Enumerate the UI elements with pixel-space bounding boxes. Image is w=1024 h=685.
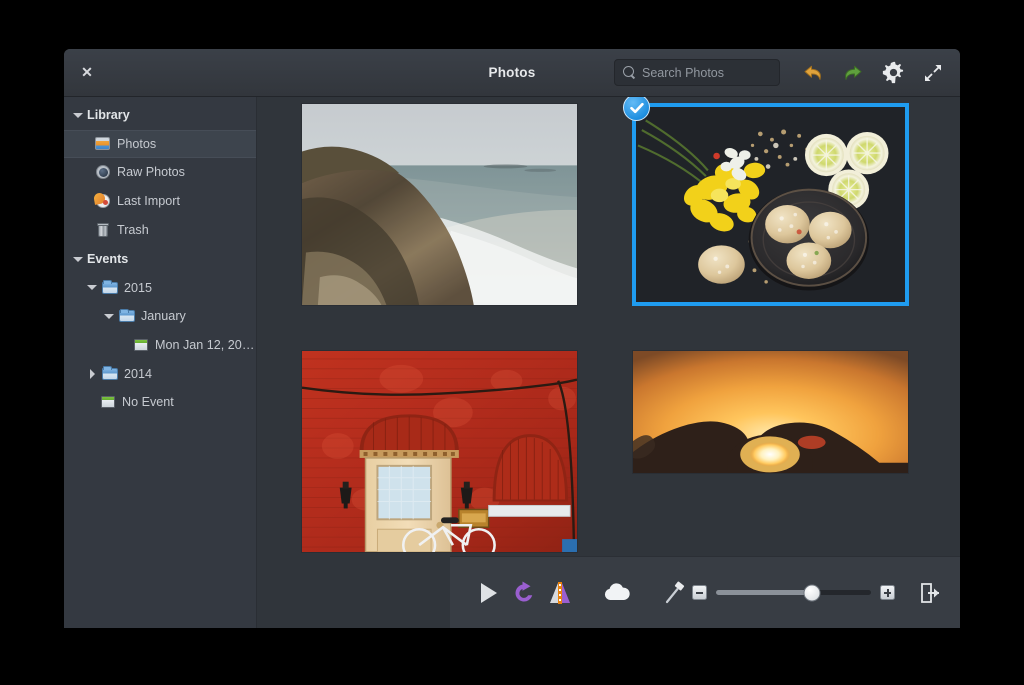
sidebar: Library Photos Raw Photos <box>64 97 257 628</box>
zoom-controls <box>692 581 942 605</box>
photo-coastal-cliff[interactable] <box>301 103 578 306</box>
play-icon <box>475 580 501 606</box>
zoom-in-button[interactable] <box>880 585 895 600</box>
photo-thumbnail <box>301 350 578 553</box>
slideshow-button[interactable] <box>470 571 506 615</box>
exit-fullscreen-button[interactable] <box>918 581 942 605</box>
redo-button[interactable] <box>834 54 872 92</box>
photo-thumbnail <box>301 103 578 306</box>
sidebar-item-label: Raw Photos <box>117 165 185 179</box>
photo-row <box>301 103 942 306</box>
magic-wand-icon <box>661 580 687 606</box>
sidebar-item-label: Trash <box>117 223 149 237</box>
sidebar-item-label: Mon Jan 12, 20… <box>155 338 254 352</box>
sidebar-item-event-mon-jan-12[interactable]: Mon Jan 12, 20… <box>64 331 256 360</box>
sidebar-item-no-event[interactable]: No Event <box>64 388 256 417</box>
sidebar-section-label: Events <box>87 252 128 266</box>
publish-button[interactable] <box>599 571 635 615</box>
trash-icon <box>94 222 112 238</box>
photo-grid-area[interactable] <box>257 97 960 628</box>
folder-icon <box>101 366 119 382</box>
gear-icon <box>881 60 906 85</box>
chevron-down-icon <box>86 281 99 294</box>
header-actions: Search Photos <box>614 54 960 92</box>
rotate-clockwise-icon <box>511 580 537 606</box>
sidebar-section-events[interactable]: Events <box>64 245 256 274</box>
chevron-down-icon <box>103 310 116 323</box>
settings-button[interactable] <box>874 54 912 92</box>
sidebar-item-label: Photos <box>117 137 156 151</box>
photo-row <box>301 350 942 553</box>
event-icon <box>132 337 150 353</box>
photo-flowers-and-cookies[interactable] <box>632 103 909 306</box>
cloud-icon <box>602 580 632 606</box>
sidebar-item-photos[interactable]: Photos <box>64 130 256 159</box>
photo-grid <box>257 97 960 628</box>
sidebar-item-raw-photos[interactable]: Raw Photos <box>64 158 256 187</box>
enhance-button[interactable] <box>656 571 692 615</box>
sidebar-section-label: Library <box>87 108 130 122</box>
photo-manager-window: ✕ Photos Search Photos <box>64 49 960 628</box>
sidebar-item-label: January <box>141 309 186 323</box>
exit-fullscreen-icon <box>919 582 941 604</box>
sidebar-item-label: 2014 <box>124 367 152 381</box>
chevron-down-icon <box>72 109 85 122</box>
redo-arrow-icon <box>842 63 864 83</box>
header-bar: ✕ Photos Search Photos <box>64 49 960 97</box>
undo-button[interactable] <box>794 54 832 92</box>
raw-photos-icon <box>94 164 112 180</box>
photo-thumbnail <box>632 350 909 474</box>
flip-button[interactable] <box>542 571 578 615</box>
sidebar-item-label: No Event <box>122 395 174 409</box>
sidebar-item-label: Last Import <box>117 194 180 208</box>
window-body: Library Photos Raw Photos <box>64 97 960 628</box>
flip-icon <box>547 580 573 606</box>
last-import-icon <box>94 193 112 209</box>
sidebar-item-january[interactable]: January <box>64 302 256 331</box>
folder-icon <box>118 308 136 324</box>
folder-icon <box>101 280 119 296</box>
sidebar-item-2014[interactable]: 2014 <box>64 359 256 388</box>
zoom-out-button[interactable] <box>692 585 707 600</box>
zoom-slider-fill <box>716 590 812 595</box>
expand-arrows-icon <box>922 62 944 84</box>
sidebar-item-trash[interactable]: Trash <box>64 215 256 244</box>
chevron-down-icon <box>72 253 85 266</box>
chevron-right-icon <box>86 367 99 380</box>
bottom-toolbar <box>450 556 960 628</box>
sidebar-item-last-import[interactable]: Last Import <box>64 187 256 216</box>
search-placeholder: Search Photos <box>642 66 724 80</box>
fullscreen-button[interactable] <box>914 54 952 92</box>
undo-arrow-icon <box>802 63 824 83</box>
sidebar-item-2015[interactable]: 2015 <box>64 274 256 303</box>
zoom-slider[interactable] <box>716 590 871 595</box>
close-window-button[interactable]: ✕ <box>70 56 104 90</box>
search-icon <box>623 66 636 79</box>
photo-thumbnail <box>632 103 909 306</box>
zoom-slider-handle[interactable] <box>804 584 821 601</box>
photo-sunset-hands-heart[interactable] <box>632 350 909 553</box>
sidebar-item-label: 2015 <box>124 281 152 295</box>
rotate-button[interactable] <box>506 571 542 615</box>
photo-red-brick-building[interactable] <box>301 350 578 553</box>
sidebar-section-library[interactable]: Library <box>64 101 256 130</box>
search-input[interactable]: Search Photos <box>614 59 780 86</box>
photos-library-icon <box>94 136 112 152</box>
event-icon <box>99 394 117 410</box>
